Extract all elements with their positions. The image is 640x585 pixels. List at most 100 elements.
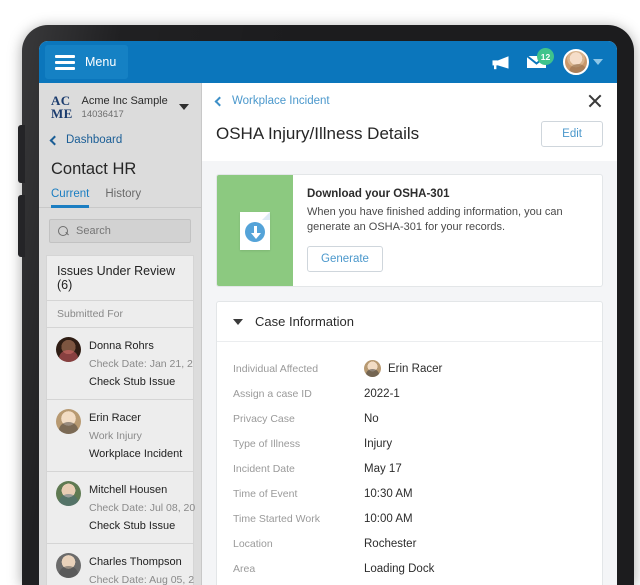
field-label: Location [233,537,273,550]
list-item-type: Check Stub Issue [89,376,176,388]
search-input[interactable]: Search [49,219,191,243]
avatar [563,49,589,75]
field-label: Privacy Case [233,412,295,425]
detail-header: Workplace Incident OSHA Injury/Illness D… [202,83,617,161]
list-item-type: Check Stub Issue [89,520,176,532]
download-card-art [217,175,293,286]
close-icon[interactable] [587,93,603,109]
tab-current[interactable]: Current [51,188,90,208]
org-switcher[interactable]: AC ME Acme Inc Sample 14036417 [39,83,201,130]
list-item-text: Erin Racer Work Injury Workplace Inciden… [89,408,185,462]
list-item[interactable]: Charles Thompson Check Date: Aug 05, 2 [46,544,194,585]
sidebar-tabs: Current History [39,185,201,208]
list-item-text: Donna Rohrs Check Date: Jan 21, 2 Check … [89,336,193,390]
app-header-actions: 12 [491,48,607,75]
case-information-title: Case Information [255,314,354,329]
tablet-device-frame: Menu 12 AC ME Acme Inc Sample 14036417 D… [18,25,634,585]
sidebar-title: Contact HR [51,160,137,178]
list-item-subtitle: Check Date: Jul 08, 20 [89,502,196,514]
dashboard-label: Dashboard [66,134,123,146]
chevron-down-icon [179,104,189,110]
org-info: Acme Inc Sample 14036417 [82,95,170,120]
detail-scroll-area: Download your OSHA-301 When you have fin… [202,161,617,585]
field-privacy-case: Privacy Case No [233,406,586,431]
case-information-card: Case Information Individual Affected Eri… [216,301,603,585]
avatar [56,409,81,434]
field-label: Area [233,562,256,575]
user-menu-button[interactable] [563,49,603,75]
tab-history[interactable]: History [105,188,141,208]
menu-button[interactable]: Menu [45,45,129,79]
field-case-id: Assign a case ID 2022-1 [233,381,586,406]
avatar [364,360,381,377]
list-item-text: Charles Thompson Check Date: Aug 05, 2 [89,552,194,585]
org-id: 14036417 [81,108,124,120]
chevron-left-icon [49,135,60,145]
field-time-of-event: Time of Event 10:30 AM [233,481,586,506]
field-value: 10:30 AM [364,487,413,500]
megaphone-icon[interactable] [491,55,510,70]
list-item-subtitle: Check Date: Aug 05, 2 [89,574,195,585]
case-information-header[interactable]: Case Information [217,302,602,342]
download-osha-card: Download your OSHA-301 When you have fin… [216,174,603,287]
field-value: Injury [364,437,393,450]
mail-icon[interactable]: 12 [526,48,554,70]
avatar [56,337,81,362]
list-item-subtitle: Check Date: Jan 21, 2 [89,358,193,370]
acme-logo-line2: ME [51,106,73,121]
list-item[interactable]: Donna Rohrs Check Date: Jan 21, 2 Check … [46,328,194,400]
document-download-icon [240,211,270,250]
list-item-name: Erin Racer [89,412,141,424]
field-value: Loading Dock [364,562,435,575]
chevron-down-icon [593,59,603,65]
edit-button[interactable]: Edit [541,121,603,147]
field-value-text: Erin Racer [388,362,443,375]
field-type-of-illness: Type of Illness Injury [233,431,586,456]
field-value: 10:00 AM [364,512,413,525]
field-value: May 17 [364,462,402,475]
search-icon [58,225,69,237]
field-time-started-work: Time Started Work 10:00 AM [233,506,586,531]
issues-under-review-header[interactable]: Issues Under Review (6) [46,255,194,301]
list-item-name: Donna Rohrs [89,340,154,352]
field-value: Erin Racer [364,360,442,377]
volume-up-button[interactable] [18,125,25,183]
download-circle [245,221,265,242]
page-title: OSHA Injury/Illness Details [216,124,420,143]
issue-list: Donna Rohrs Check Date: Jan 21, 2 Check … [46,328,196,585]
tablet-screen: Menu 12 AC ME Acme Inc Sample 14036417 D… [39,41,617,585]
sidebar: AC ME Acme Inc Sample 14036417 Dashboard… [39,83,202,585]
breadcrumb-row: Workplace Incident [214,93,603,109]
title-row: OSHA Injury/Illness Details Edit [216,109,603,161]
volume-down-button[interactable] [18,195,25,257]
chevron-left-icon [214,96,225,106]
field-label: Type of Illness [233,437,301,450]
download-arrow-icon [251,225,260,239]
field-incident-date: Incident Date May 17 [233,456,586,481]
field-value: No [364,412,379,425]
list-item-name: Charles Thompson [89,556,182,568]
content-area: AC ME Acme Inc Sample 14036417 Dashboard… [39,83,617,585]
list-item-subtitle: Work Injury [89,430,142,442]
dashboard-back-link[interactable]: Dashboard [39,130,201,158]
field-label: Assign a case ID [233,387,312,400]
download-card-description: When you have finished adding informatio… [307,206,563,233]
generate-button[interactable]: Generate [307,246,383,272]
download-card-body: Download your OSHA-301 When you have fin… [293,175,602,286]
field-individual-affected: Individual Affected Erin Racer [233,356,586,381]
hamburger-icon [55,54,75,70]
org-name: Acme Inc Sample [81,94,168,107]
download-card-title: Download your OSHA-301 [307,188,450,200]
field-label: Time Started Work [233,512,320,525]
detail-panel: Workplace Incident OSHA Injury/Illness D… [202,83,617,585]
field-label: Individual Affected [233,362,319,375]
field-location: Location Rochester [233,531,586,556]
field-value: 2022-1 [364,387,400,400]
field-value: Rochester [364,537,417,550]
field-label: Time of Event [233,487,298,500]
list-item[interactable]: Mitchell Housen Check Date: Jul 08, 20 C… [46,472,196,544]
list-item[interactable]: Erin Racer Work Injury Workplace Inciden… [46,400,194,472]
list-item-type: Workplace Incident [89,448,183,460]
acme-logo: AC ME [51,94,73,120]
breadcrumb[interactable]: Workplace Incident [214,95,330,107]
